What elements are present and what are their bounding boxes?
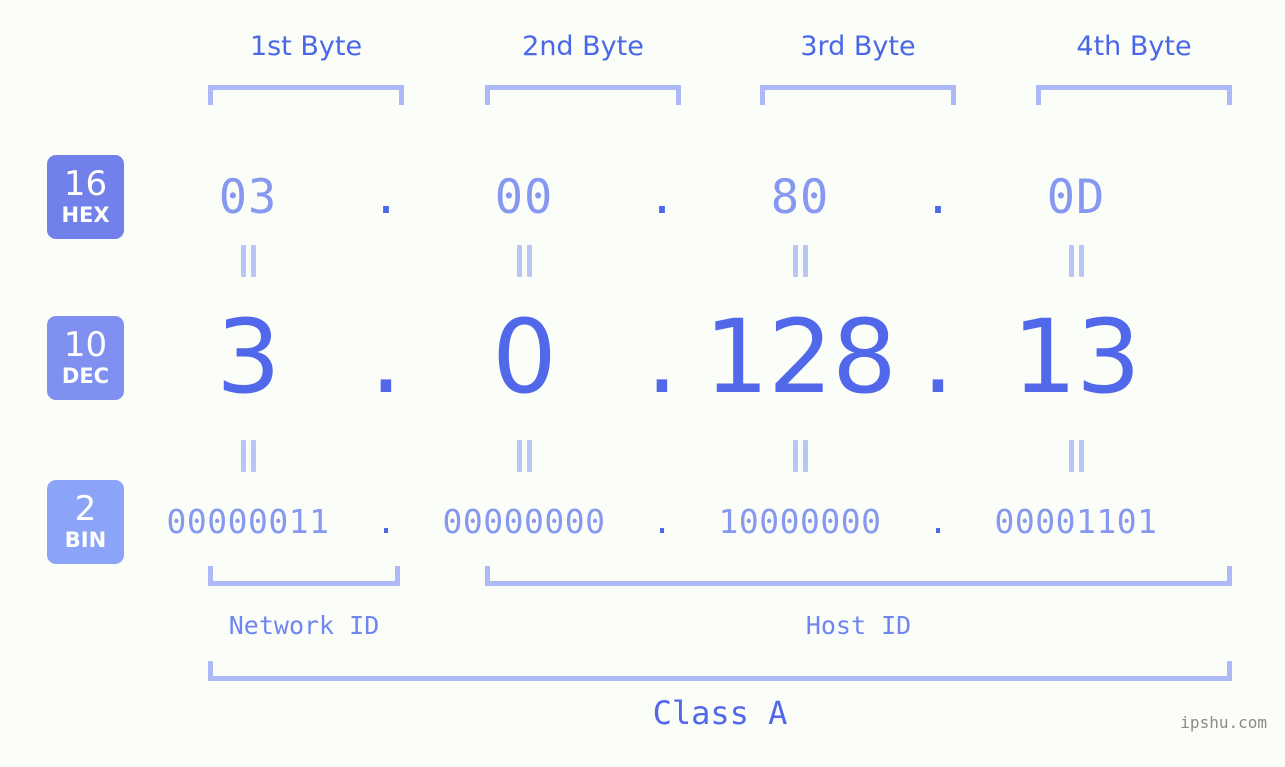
byte-header-1: 1st Byte [249,31,363,62]
hex-octet-2: 00 [494,169,554,225]
bin-separator-2: . [652,501,672,541]
hex-separator-2: . [647,169,677,225]
base-badge-bin-number: 2 [74,489,97,530]
dec-octet-1: 3 [216,298,281,417]
bin-separator-3: . [928,501,948,541]
base-badge-dec: 10 DEC [47,316,124,400]
bin-octet-4: 00001101 [994,501,1158,541]
class-label: Class A [652,694,788,732]
network-id-label: Network ID [228,611,380,640]
equality-row-hex-dec [150,245,1285,277]
equality-row-dec-bin [150,440,1285,472]
dec-octet-4: 13 [1012,298,1141,417]
byte-bracket-1 [208,85,404,105]
host-id-bracket [485,566,1232,586]
decimal-value-row: 3 . 0 . 128 . 13 [150,298,1285,417]
hex-value-row: 03 . 00 . 80 . 0D [150,155,1285,239]
site-watermark: ipshu.com [1180,713,1267,732]
dec-separator-1: . [369,298,403,417]
bin-separator-1: . [376,501,396,541]
equals-icon [702,245,898,277]
dec-octet-3: 128 [704,298,897,417]
class-bracket [208,661,1232,681]
hex-separator-3: . [923,169,953,225]
bin-octet-1: 00000011 [166,501,330,541]
byte-bracket-3 [760,85,956,105]
equals-icon [150,245,346,277]
network-id-bracket [208,566,400,586]
byte-bracket-2 [485,85,681,105]
byte-bracket-4 [1036,85,1232,105]
bin-octet-3: 10000000 [718,501,882,541]
base-badge-dec-number: 10 [63,325,108,366]
hex-octet-1: 03 [218,169,278,225]
base-badge-hex: 16 HEX [47,155,124,239]
base-badge-hex-number: 16 [63,164,108,205]
hex-separator-1: . [371,169,401,225]
dec-separator-2: . [645,298,679,417]
base-badge-dec-name: DEC [61,363,110,388]
equals-icon [150,440,346,472]
dec-octet-2: 0 [492,298,557,417]
equals-icon [978,245,1174,277]
host-id-label: Host ID [805,611,912,640]
base-badge-bin-name: BIN [64,527,107,552]
byte-header-2: 2nd Byte [522,31,644,62]
hex-octet-4: 0D [1046,169,1106,225]
binary-value-row: 00000011 . 00000000 . 10000000 . 0000110… [150,492,1285,550]
ip-address-breakdown-diagram: 1st Byte 2nd Byte 3rd Byte 4th Byte 16 H… [0,0,1285,767]
equals-icon [426,440,622,472]
byte-header-4: 4th Byte [1076,31,1192,62]
byte-header-3: 3rd Byte [800,31,916,62]
equals-icon [702,440,898,472]
equals-icon [978,440,1174,472]
base-badge-hex-name: HEX [61,202,110,227]
hex-octet-3: 80 [770,169,830,225]
base-badge-bin: 2 BIN [47,480,124,564]
dec-separator-3: . [921,298,955,417]
equals-icon [426,245,622,277]
bin-octet-2: 00000000 [442,501,606,541]
